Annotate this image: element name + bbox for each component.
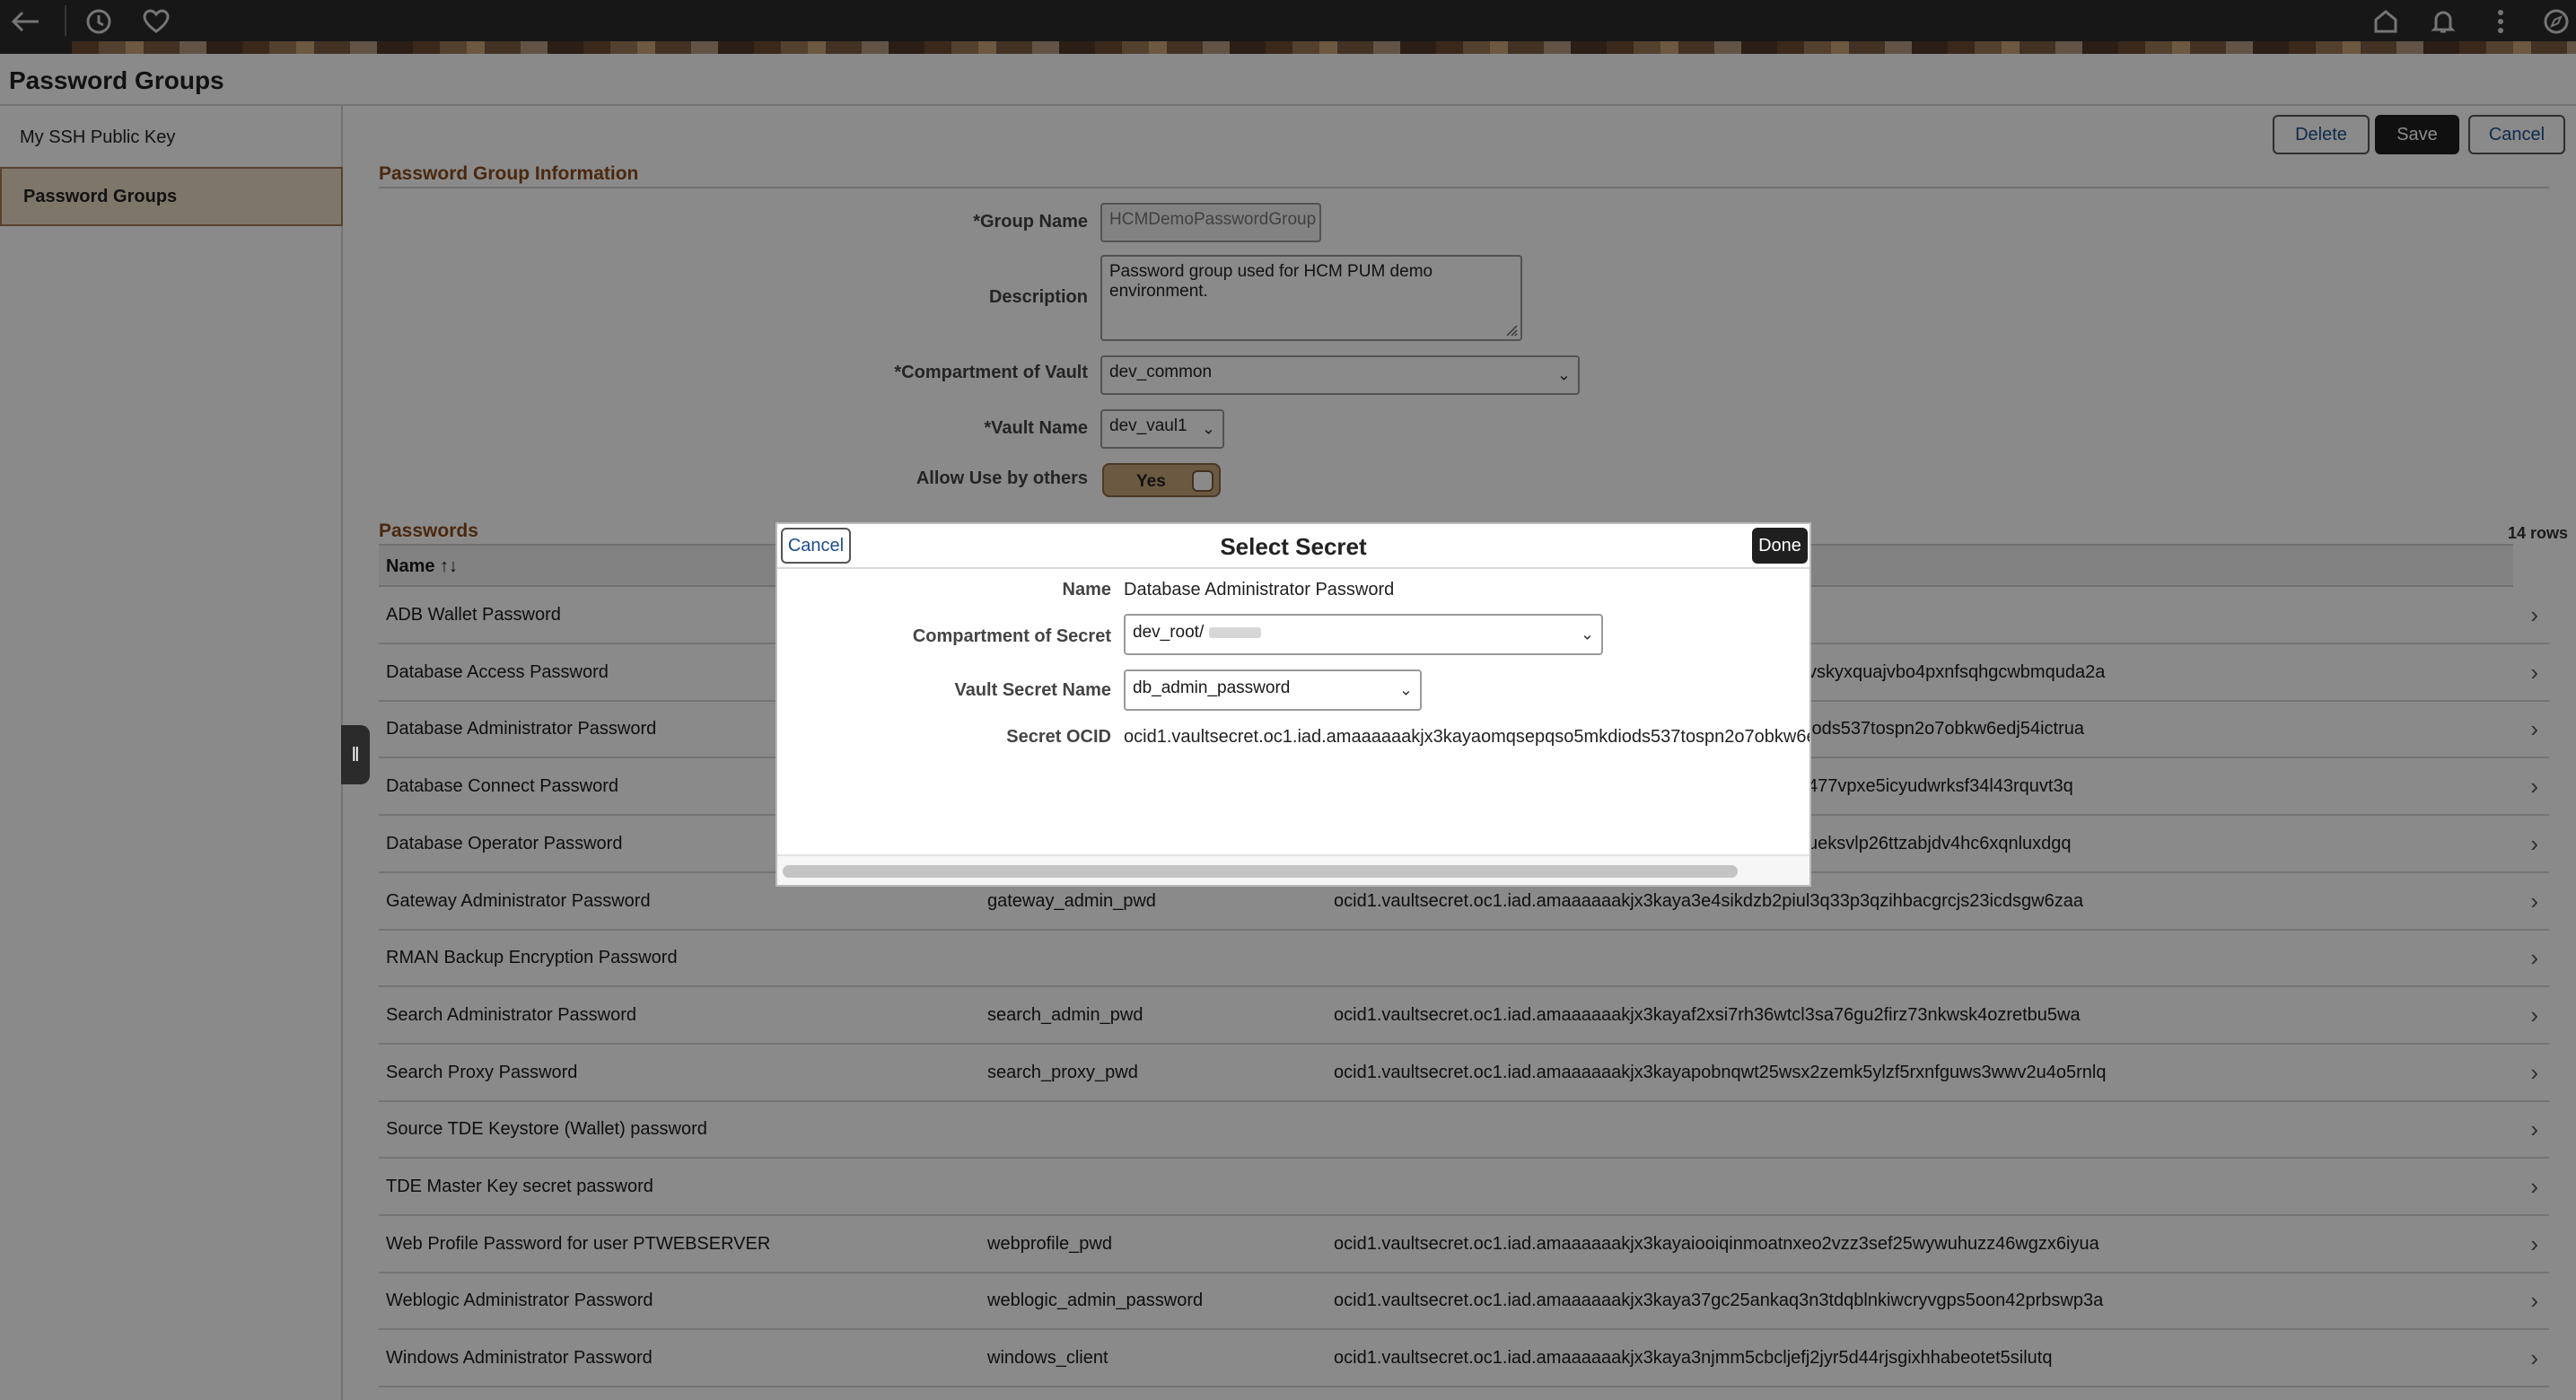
vault-secret-name-select[interactable]: db_admin_password ⌄ [1124,669,1422,711]
vault-secret-name-value: db_admin_password [1133,678,1291,697]
chevron-down-icon: ⌄ [1580,625,1594,643]
scrollbar-thumb[interactable] [783,865,1738,878]
select-secret-modal: Cancel Select Secret Done Name Database … [775,522,1811,887]
modal-done-button[interactable]: Done [1752,528,1808,564]
modal-header: Cancel Select Secret Done [777,524,1809,569]
compartment-of-secret-label: Compartment of Secret [912,626,1111,646]
modal-title: Select Secret [1220,533,1367,560]
secret-ocid-value: ocid1.vaultsecret.oc1.iad.amaaaaaakjx3ka… [1124,727,1811,747]
sidebar-collapse-handle[interactable]: ‖ [341,725,370,784]
drag-handle-icon: ‖ [351,743,360,766]
secret-ocid-label: Secret OCID [1006,727,1111,747]
compartment-of-secret-select[interactable]: dev_root/ ⌄ [1124,614,1603,655]
redacted-text-blur [1208,626,1261,638]
chevron-down-icon: ⌄ [1398,680,1413,699]
compartment-of-secret-value: dev_root/ [1133,623,1205,642]
modal-horizontal-scrollbar[interactable] [777,854,1809,885]
modal-name-label: Name [1062,580,1111,599]
vault-secret-name-label: Vault Secret Name [954,680,1111,700]
modal-name-value: Database Administrator Password [1124,580,1395,599]
